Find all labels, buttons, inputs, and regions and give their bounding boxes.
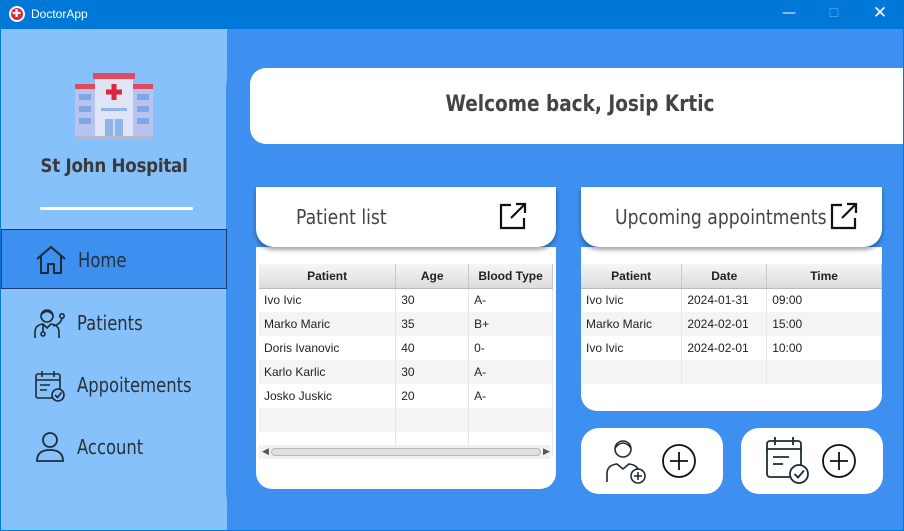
scrollbar-thumb[interactable] <box>271 448 541 456</box>
column-header[interactable]: Time <box>766 264 882 289</box>
cell-blood-type: 0- <box>468 336 553 360</box>
cell-patient: Josko Juskic <box>259 384 397 408</box>
table-row[interactable]: Marko Maric 35 B+ <box>259 312 553 336</box>
table-row[interactable]: Ivo Ivic 2024-01-31 09:00 <box>581 288 882 312</box>
sidebar-item-label: Patients <box>77 311 143 335</box>
appointments-header: Upcoming appointments <box>581 187 882 247</box>
hospital-name: St John Hospital <box>40 155 188 177</box>
scroll-left-icon[interactable]: ◀ <box>262 445 269 459</box>
column-header[interactable]: Patient <box>259 264 397 289</box>
table-row[interactable]: Ivo Ivic 30 A- <box>259 288 553 312</box>
add-appointment-button[interactable] <box>741 428 883 494</box>
cell-time: 15:00 <box>766 312 882 336</box>
home-icon <box>36 246 66 274</box>
calendar-check-icon <box>35 371 65 402</box>
cell-age: 30 <box>395 360 470 384</box>
cell-patient: Ivo Ivic <box>581 336 683 360</box>
cell-date: 2024-01-31 <box>681 288 768 312</box>
horizontal-scrollbar[interactable]: ◀ ▶ <box>259 445 551 459</box>
cell-time: 10:00 <box>766 336 882 360</box>
column-header[interactable]: Blood Type <box>468 264 553 289</box>
table-row[interactable]: Doris Ivanovic 40 0- <box>259 336 553 360</box>
plus-circle-icon <box>662 444 696 478</box>
add-appointment-icon <box>766 437 809 484</box>
sidebar-item-account[interactable]: Account <box>1 417 227 477</box>
cell-blood-type: A- <box>468 384 553 408</box>
table-row[interactable]: Marko Maric 2024-02-01 15:00 <box>581 312 882 336</box>
cell-patient: Karlo Karlic <box>259 360 397 384</box>
hospital-logo-icon <box>75 73 153 140</box>
add-patient-button[interactable] <box>581 428 723 494</box>
patient-list-title: Patient list <box>296 205 387 229</box>
close-button[interactable]: ✕ <box>857 0 903 29</box>
column-header[interactable]: Patient <box>581 264 683 289</box>
sidebar-divider <box>40 207 193 210</box>
sidebar-item-patients[interactable]: Patients <box>1 293 227 353</box>
appointments-table: Patient Date Time Ivo Ivic 2024-01-31 09… <box>581 264 882 384</box>
cell-time: 09:00 <box>766 288 882 312</box>
appointments-card: Patient Date Time Ivo Ivic 2024-01-31 09… <box>581 247 882 411</box>
sidebar-item-label: Home <box>78 248 127 272</box>
user-icon <box>36 432 64 462</box>
open-external-icon[interactable] <box>829 201 859 231</box>
patient-list-header: Patient list <box>256 187 556 247</box>
sidebar-item-label: Appoitements <box>77 373 192 397</box>
cell-patient: Doris Ivanovic <box>259 336 397 360</box>
scroll-right-icon[interactable]: ▶ <box>543 445 550 459</box>
maximize-button[interactable]: ☐ <box>811 0 857 29</box>
cell-patient: Ivo Ivic <box>581 288 683 312</box>
open-external-icon[interactable] <box>498 201 528 231</box>
cell-age: 20 <box>395 384 470 408</box>
cell-date: 2024-02-01 <box>681 336 768 360</box>
patient-list-card: Patient Age Blood Type Ivo Ivic 30 A- Ma… <box>256 247 556 489</box>
sidebar-item-appointments[interactable]: Appoitements <box>1 355 227 415</box>
plus-circle-icon <box>822 444 856 478</box>
table-row[interactable]: Ivo Ivic 2024-02-01 10:00 <box>581 336 882 360</box>
table-header-row: Patient Date Time <box>581 264 882 289</box>
table-row[interactable]: Karlo Karlic 30 A- <box>259 360 553 384</box>
patient-table: Patient Age Blood Type Ivo Ivic 30 A- Ma… <box>259 264 553 456</box>
title-bar: DoctorApp — ☐ ✕ <box>1 0 903 29</box>
cell-patient: Ivo Ivic <box>259 288 397 312</box>
welcome-text: Welcome back, Josip Krtic <box>445 92 715 117</box>
minimize-button[interactable]: — <box>766 0 812 29</box>
cell-age: 35 <box>395 312 470 336</box>
column-header[interactable]: Age <box>395 264 470 289</box>
doctor-icon <box>34 309 65 338</box>
cell-age: 40 <box>395 336 470 360</box>
cell-age: 30 <box>395 288 470 312</box>
column-header[interactable]: Date <box>681 264 768 289</box>
empty-row <box>581 360 882 384</box>
welcome-panel: Welcome back, Josip Krtic <box>250 68 903 144</box>
sidebar-item-label: Account <box>77 435 144 459</box>
cell-blood-type: A- <box>468 360 553 384</box>
cell-blood-type: B+ <box>468 312 553 336</box>
table-header-row: Patient Age Blood Type <box>259 264 553 289</box>
cell-blood-type: A- <box>468 288 553 312</box>
cell-patient: Marko Maric <box>259 312 397 336</box>
empty-row <box>259 408 553 432</box>
client-area: St John Hospital Home Patients Appoiteme… <box>1 29 903 530</box>
cell-date: 2024-02-01 <box>681 312 768 336</box>
window-title: DoctorApp <box>31 7 88 21</box>
table-row[interactable]: Josko Juskic 20 A- <box>259 384 553 408</box>
appointments-title: Upcoming appointments <box>615 205 827 229</box>
app-logo-icon <box>9 6 25 22</box>
add-patient-icon <box>606 440 646 484</box>
sidebar-item-home[interactable]: Home <box>1 229 227 289</box>
cell-patient: Marko Maric <box>581 312 683 336</box>
